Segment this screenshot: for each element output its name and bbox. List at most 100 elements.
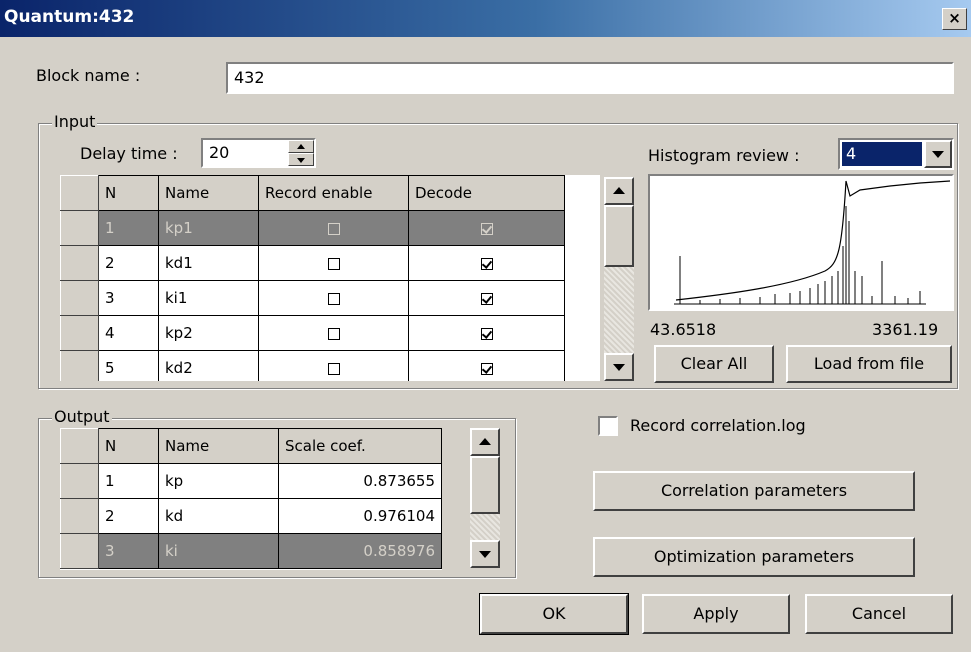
load-from-file-button[interactable]: Load from file xyxy=(786,345,952,383)
column-header-name[interactable]: Name xyxy=(158,175,259,211)
row-header[interactable] xyxy=(60,280,99,316)
cell-name: kp1 xyxy=(158,210,259,246)
cell-record-enable[interactable] xyxy=(258,280,409,316)
scroll-up-icon[interactable] xyxy=(604,177,634,205)
input-grid[interactable]: N Name Record enable Decode 1 kp1 2 kd1 3 ki1… xyxy=(60,175,600,381)
cell-record-enable[interactable] xyxy=(258,245,409,281)
output-row[interactable]: 3 ki 0.858976 xyxy=(60,533,442,569)
block-name-value: 432 xyxy=(234,68,265,87)
output-grid-scrollbar[interactable] xyxy=(470,428,500,568)
cell-decode[interactable] xyxy=(408,350,565,381)
row-header[interactable] xyxy=(60,498,99,534)
output-grid[interactable]: N Name Scale coef. 1 kp 0.873655 2 kd 0.97610… xyxy=(60,428,442,570)
cell-name: ki1 xyxy=(158,280,259,316)
cell-n: 1 xyxy=(98,463,159,499)
cell-name: kd1 xyxy=(158,245,259,281)
cell-scale-coef[interactable]: 0.873655 xyxy=(278,463,442,499)
row-header[interactable] xyxy=(60,533,99,569)
row-header[interactable] xyxy=(60,210,99,246)
input-row[interactable]: 4 kp2 xyxy=(60,315,565,351)
column-header-record-enable[interactable]: Record enable xyxy=(258,175,409,211)
grid-corner xyxy=(60,428,99,464)
histogram-review-label: Histogram review : xyxy=(648,146,800,165)
input-group-title: Input xyxy=(52,112,98,131)
cell-record-enable[interactable] xyxy=(258,315,409,351)
window-title: Quantum:432 xyxy=(4,7,135,27)
column-header-n[interactable]: N xyxy=(98,175,159,211)
cell-decode[interactable] xyxy=(408,210,565,246)
row-header[interactable] xyxy=(60,350,99,381)
input-row[interactable]: 5 kd2 xyxy=(60,350,565,381)
record-enable-checkbox[interactable] xyxy=(327,292,340,305)
cell-scale-coef[interactable]: 0.976104 xyxy=(278,498,442,534)
scroll-up-icon[interactable] xyxy=(470,428,500,456)
output-group-title: Output xyxy=(52,407,112,426)
input-grid-scrollbar[interactable] xyxy=(604,177,634,381)
cell-name: kp2 xyxy=(158,315,259,351)
scroll-down-icon[interactable] xyxy=(604,353,634,381)
record-correlation-checkbox[interactable] xyxy=(598,416,618,436)
cell-name: kp xyxy=(158,463,279,499)
column-header-n[interactable]: N xyxy=(98,428,159,464)
input-row[interactable]: 3 ki1 xyxy=(60,280,565,316)
cell-n: 4 xyxy=(98,315,159,351)
apply-button[interactable]: Apply xyxy=(642,594,790,634)
column-header-decode[interactable]: Decode xyxy=(408,175,565,211)
chevron-down-icon[interactable] xyxy=(924,140,952,168)
cell-n: 1 xyxy=(98,210,159,246)
block-name-input[interactable]: 432 xyxy=(226,62,954,94)
cell-record-enable[interactable] xyxy=(258,350,409,381)
histogram-svg xyxy=(674,180,951,305)
cell-name: kd2 xyxy=(158,350,259,381)
cell-n: 5 xyxy=(98,350,159,381)
output-row[interactable]: 2 kd 0.976104 xyxy=(60,498,442,534)
decode-checkbox[interactable] xyxy=(480,222,493,235)
scroll-thumb[interactable] xyxy=(470,456,500,514)
cell-scale-coef[interactable]: 0.858976 xyxy=(278,533,442,569)
block-name-label: Block name : xyxy=(36,66,141,85)
cell-decode[interactable] xyxy=(408,280,565,316)
decode-checkbox[interactable] xyxy=(480,292,493,305)
cell-name: ki xyxy=(158,533,279,569)
record-enable-checkbox[interactable] xyxy=(327,327,340,340)
cell-n: 2 xyxy=(98,498,159,534)
histogram-selected-value: 4 xyxy=(842,142,922,166)
cell-name: kd xyxy=(158,498,279,534)
decode-checkbox[interactable] xyxy=(480,327,493,340)
title-bar[interactable]: Quantum:432 × xyxy=(0,0,971,37)
delay-time-label: Delay time : xyxy=(80,144,178,163)
decode-checkbox[interactable] xyxy=(480,362,493,375)
delay-time-spinner[interactable]: 20 xyxy=(201,138,316,168)
input-row[interactable]: 1 kp1 xyxy=(60,210,565,246)
correlation-parameters-button[interactable]: Correlation parameters xyxy=(593,471,915,511)
decode-checkbox[interactable] xyxy=(480,257,493,270)
record-enable-checkbox[interactable] xyxy=(327,222,340,235)
output-row[interactable]: 1 kp 0.873655 xyxy=(60,463,442,499)
spin-down-icon[interactable] xyxy=(288,153,314,166)
row-header[interactable] xyxy=(60,245,99,281)
record-enable-checkbox[interactable] xyxy=(327,362,340,375)
record-enable-checkbox[interactable] xyxy=(327,257,340,270)
ok-button[interactable]: OK xyxy=(479,593,629,635)
close-icon[interactable]: × xyxy=(942,8,967,30)
column-header-scale-coef[interactable]: Scale coef. xyxy=(278,428,442,464)
histogram-plot xyxy=(648,174,954,311)
delay-time-value: 20 xyxy=(209,143,230,162)
spin-up-icon[interactable] xyxy=(288,140,314,153)
row-header[interactable] xyxy=(60,315,99,351)
scroll-thumb[interactable] xyxy=(604,205,634,267)
cell-n: 3 xyxy=(98,533,159,569)
cell-record-enable[interactable] xyxy=(258,210,409,246)
scroll-down-icon[interactable] xyxy=(470,540,500,568)
cell-decode[interactable] xyxy=(408,245,565,281)
grid-corner xyxy=(60,175,99,211)
cancel-button[interactable]: Cancel xyxy=(805,594,953,634)
cell-decode[interactable] xyxy=(408,315,565,351)
histogram-select[interactable]: 4 xyxy=(838,138,954,170)
column-header-name[interactable]: Name xyxy=(158,428,279,464)
clear-all-button[interactable]: Clear All xyxy=(654,345,774,383)
histogram-min-label: 43.6518 xyxy=(650,320,717,339)
input-row[interactable]: 2 kd1 xyxy=(60,245,565,281)
optimization-parameters-button[interactable]: Optimization parameters xyxy=(593,537,915,577)
row-header[interactable] xyxy=(60,463,99,499)
